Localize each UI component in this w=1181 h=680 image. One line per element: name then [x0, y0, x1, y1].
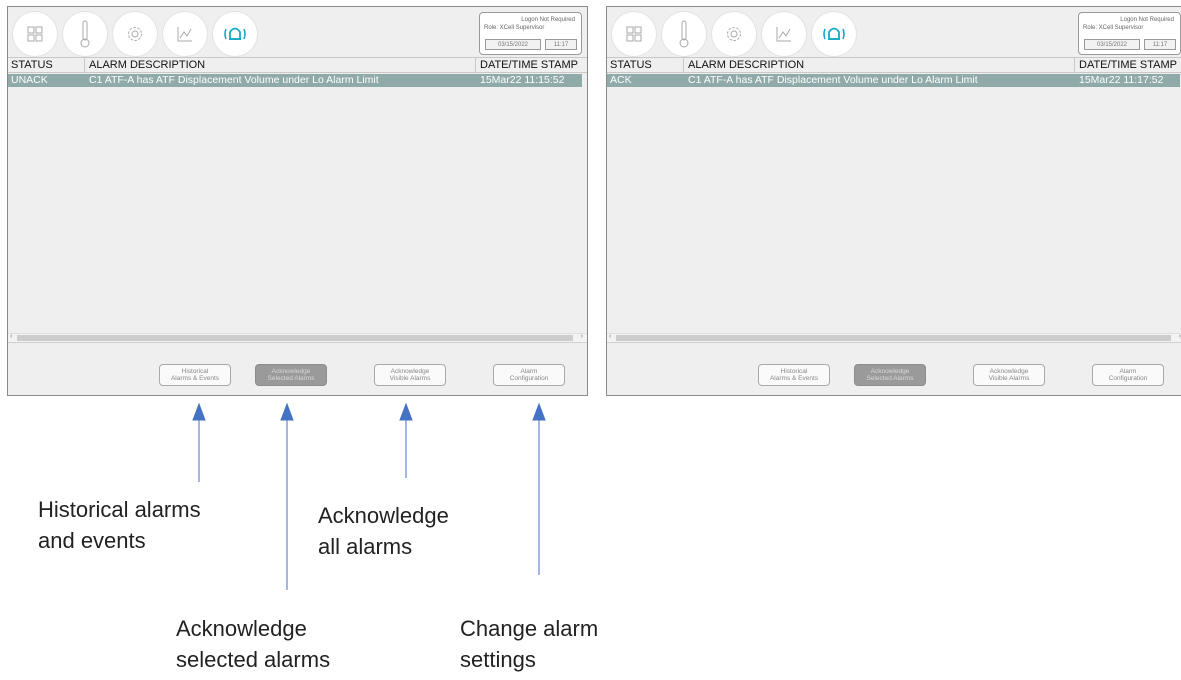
- arrow-up-icon: [532, 402, 546, 421]
- arrow-up-icon: [399, 402, 413, 421]
- callout-change-settings: Change alarm settings: [460, 616, 599, 672]
- callout-acknowledge-all: Acknowledge all alarms: [318, 503, 449, 559]
- callout-acknowledge-selected: Acknowledge selected alarms: [176, 616, 331, 672]
- annotation-arrows: [192, 402, 546, 590]
- arrow-up-icon: [280, 402, 294, 421]
- arrow-up-icon: [192, 402, 206, 421]
- callout-historical: Historical alarms and events: [38, 497, 201, 553]
